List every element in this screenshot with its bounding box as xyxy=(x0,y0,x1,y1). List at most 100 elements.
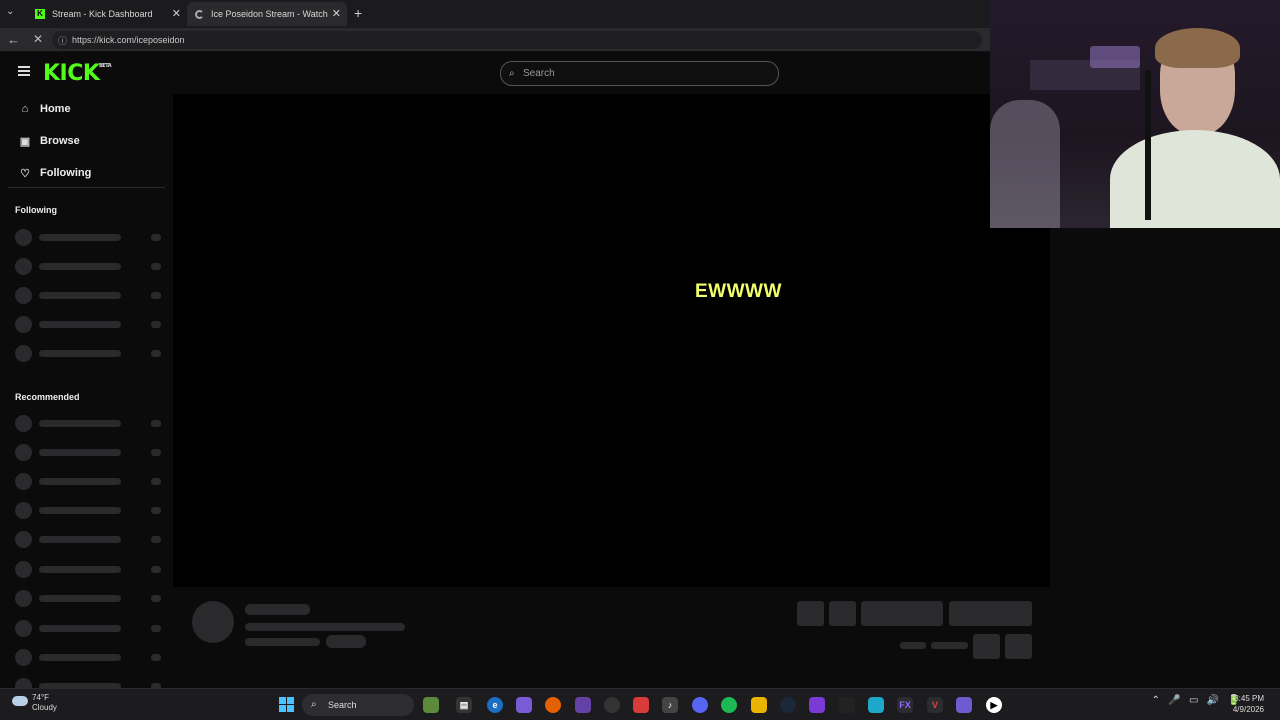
stat-skeleton xyxy=(931,642,968,649)
file-explorer-icon[interactable] xyxy=(751,697,767,713)
widget-icon[interactable] xyxy=(423,697,439,713)
more-button-skeleton xyxy=(1005,634,1032,659)
channel-skeleton xyxy=(15,444,165,461)
subscribe-button-skeleton xyxy=(949,601,1032,626)
recommended-heading: Recommended xyxy=(15,392,80,402)
webcam-overlay xyxy=(990,0,1280,228)
channel-skeleton xyxy=(15,229,165,246)
weather-widget[interactable]: 74°F Cloudy xyxy=(12,693,57,713)
sidebar-item-following[interactable]: ♡ Following xyxy=(18,163,91,183)
twitch-icon[interactable] xyxy=(575,697,591,713)
new-tab-button[interactable]: + xyxy=(354,5,362,21)
action-button-skeleton xyxy=(829,601,856,626)
kick-favicon-icon: K xyxy=(35,9,45,19)
copilot-icon[interactable] xyxy=(516,697,532,713)
channel-skeleton xyxy=(15,415,165,432)
action-button-skeleton xyxy=(797,601,824,626)
name-skeleton xyxy=(245,604,310,615)
channel-skeleton xyxy=(15,561,165,578)
home-icon: ⌂ xyxy=(21,103,29,115)
app-teal-icon[interactable] xyxy=(868,697,884,713)
taskbar-clock[interactable]: 3:45 PM 4/9/2026 xyxy=(1226,693,1264,715)
sidebar-item-label: Home xyxy=(40,103,71,115)
sidebar-item-home[interactable]: ⌂ Home xyxy=(18,99,71,119)
channel-skeleton xyxy=(15,649,165,666)
beta-badge: BETA xyxy=(99,63,112,69)
hamburger-menu-icon[interactable] xyxy=(18,66,30,76)
channel-skeleton xyxy=(15,287,165,304)
url-field[interactable]: ⓘ https://kick.com/iceposeidon xyxy=(52,31,982,49)
discord-icon[interactable] xyxy=(692,697,708,713)
close-tab-icon[interactable]: ✕ xyxy=(172,7,181,20)
following-heading: Following xyxy=(15,205,57,215)
windows-taskbar: 74°F Cloudy ⌕ Search ▤ e ♪ FX V ▶ ⌃ 🎤 ▭ … xyxy=(0,688,1280,720)
clock-time: 3:45 PM xyxy=(1234,694,1264,703)
taskbar-search[interactable]: ⌕ Search xyxy=(302,694,414,716)
stop-loading-icon[interactable]: ✕ xyxy=(33,32,43,46)
clock-date: 4/9/2026 xyxy=(1232,705,1264,714)
tab-title: Ice Poseidon Stream - Watch Live xyxy=(211,9,329,19)
search-icon: ⌕ xyxy=(509,68,515,79)
share-button-skeleton xyxy=(973,634,1000,659)
channel-skeleton xyxy=(15,531,165,548)
stream-caption: EWWWW xyxy=(695,281,782,302)
loading-spinner-icon xyxy=(195,9,204,19)
search-icon: ⌕ xyxy=(311,699,317,710)
browser-tab-bar: ⌄ K Stream - Kick Dashboard ✕ Ice Poseid… xyxy=(0,0,990,28)
start-button[interactable] xyxy=(279,697,295,713)
category-skeleton xyxy=(245,638,320,646)
tab-kick-dashboard[interactable]: K Stream - Kick Dashboard ✕ xyxy=(27,2,187,26)
channel-skeleton xyxy=(15,620,165,637)
spotify-icon[interactable] xyxy=(721,697,737,713)
channel-skeleton xyxy=(15,502,165,519)
back-arrow-icon[interactable]: ← xyxy=(7,32,20,47)
site-header: KICK BETA ⌕ Search xyxy=(0,52,990,94)
music-icon[interactable]: ♪ xyxy=(662,697,678,713)
tab-ice-poseidon-stream[interactable]: Ice Poseidon Stream - Watch Live ✕ xyxy=(187,2,347,26)
app-red-icon[interactable] xyxy=(633,697,649,713)
sidebar: ⌂ Home ▣ Browse ♡ Following Following Re… xyxy=(0,94,172,688)
browse-icon: ▣ xyxy=(19,135,31,148)
tab-list-chevron-icon[interactable]: ⌄ xyxy=(6,6,14,17)
search-placeholder: Search xyxy=(523,68,555,79)
address-bar-row: ← ✕ ⓘ https://kick.com/iceposeidon xyxy=(0,28,990,52)
app-purple-icon[interactable] xyxy=(809,697,825,713)
video-player[interactable] xyxy=(173,94,1050,587)
channel-skeleton xyxy=(15,590,165,607)
sidebar-item-browse[interactable]: ▣ Browse xyxy=(18,131,80,151)
stream-info-skeleton xyxy=(173,587,1050,688)
search-input[interactable]: ⌕ Search xyxy=(500,61,779,86)
stat-skeleton xyxy=(900,642,926,649)
tab-title: Stream - Kick Dashboard xyxy=(52,9,153,19)
task-view-icon[interactable]: ▤ xyxy=(456,697,472,713)
fx-app-icon[interactable]: FX xyxy=(897,697,913,713)
steam-icon[interactable] xyxy=(780,697,796,713)
media-player-icon[interactable]: ▶ xyxy=(986,697,1002,713)
app-gem-icon[interactable] xyxy=(956,697,972,713)
sidebar-item-label: Following xyxy=(40,167,92,179)
firefox-icon[interactable] xyxy=(545,697,561,713)
obs-icon[interactable] xyxy=(604,697,620,713)
cloud-icon xyxy=(12,696,28,706)
kick-logo[interactable]: KICK BETA xyxy=(43,61,112,86)
edge-browser-icon[interactable]: e xyxy=(487,697,503,713)
title-skeleton xyxy=(245,623,405,631)
heart-icon: ♡ xyxy=(20,167,30,180)
site-info-icon[interactable]: ⓘ xyxy=(58,32,67,50)
channel-skeleton xyxy=(15,316,165,333)
taskbar-search-label: Search xyxy=(328,700,357,710)
channel-skeleton xyxy=(15,258,165,275)
weather-desc: Cloudy xyxy=(32,703,57,712)
url-text: https://kick.com/iceposeidon xyxy=(72,35,185,45)
weather-temp: 74°F xyxy=(32,693,49,702)
follow-button-skeleton xyxy=(861,601,943,626)
close-tab-icon[interactable]: ✕ xyxy=(332,7,341,20)
logo-text: KICK xyxy=(43,61,100,86)
channel-skeleton xyxy=(15,473,165,490)
app-v-icon[interactable]: V xyxy=(927,697,943,713)
app-dark-icon[interactable] xyxy=(839,697,855,713)
sidebar-item-label: Browse xyxy=(40,135,80,147)
avatar-skeleton xyxy=(192,601,234,643)
sidebar-divider xyxy=(8,187,165,188)
channel-skeleton xyxy=(15,345,165,362)
